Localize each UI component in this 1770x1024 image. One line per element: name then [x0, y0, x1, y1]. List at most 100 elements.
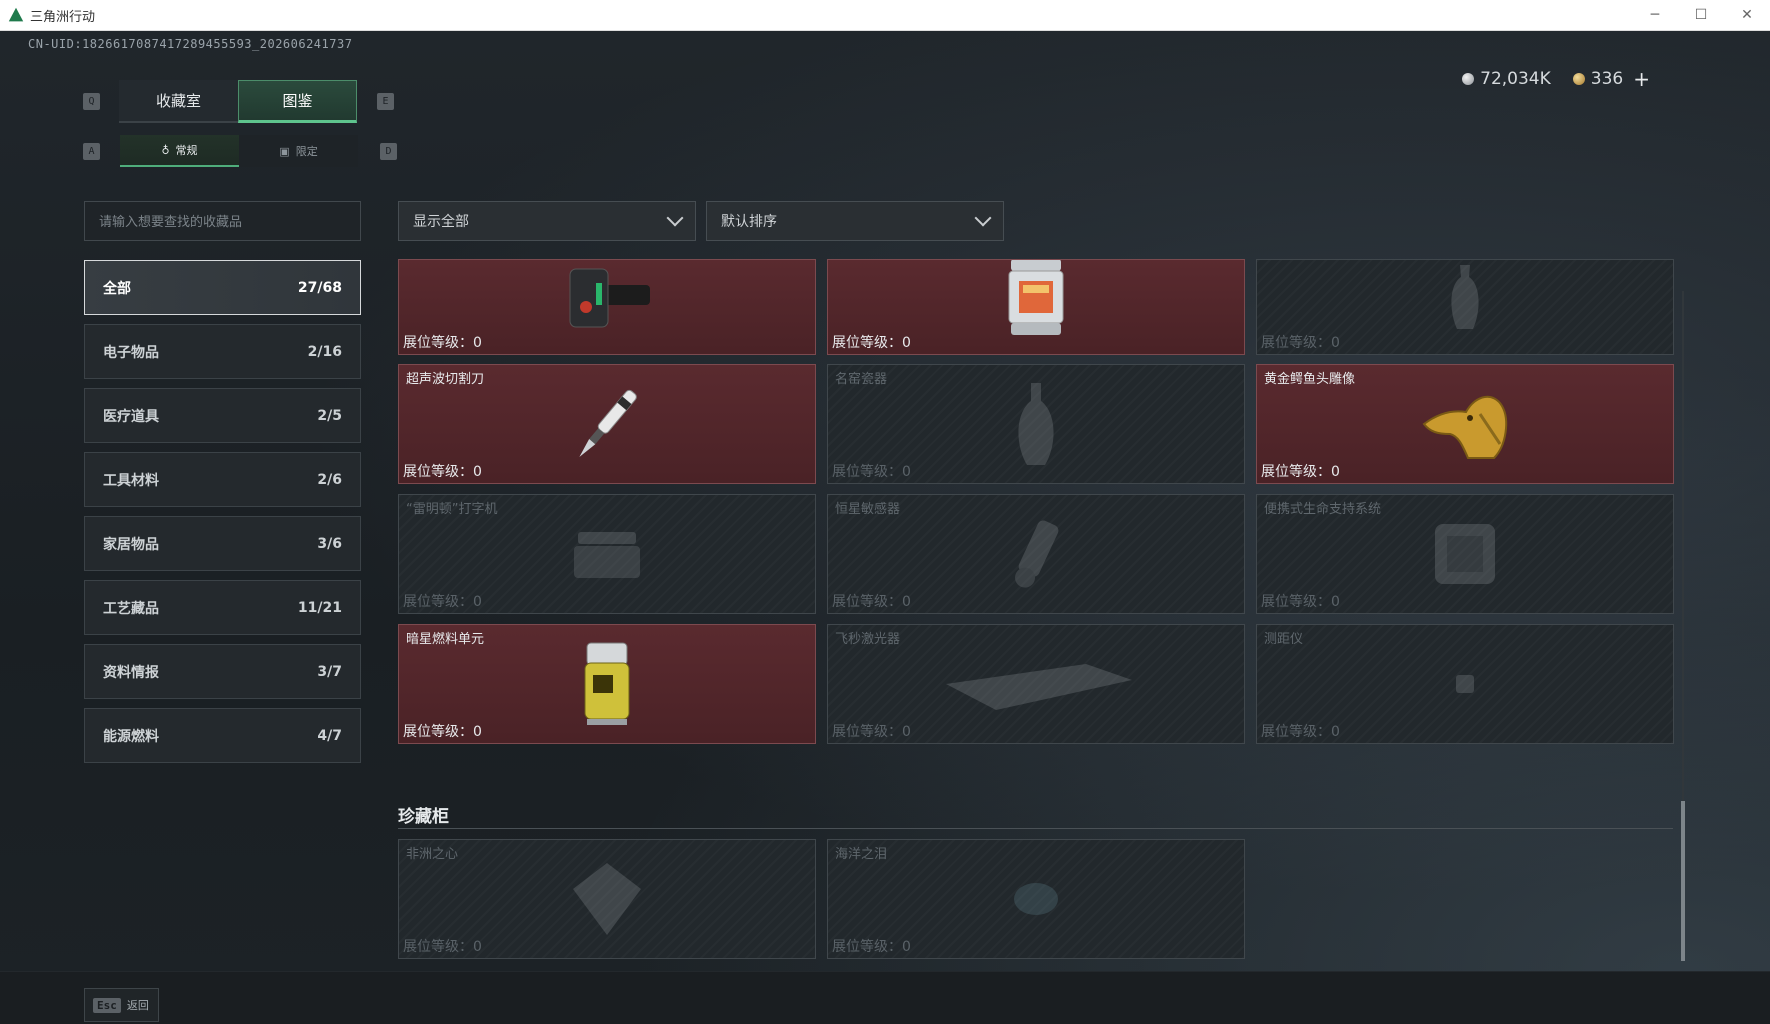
- currency-bar: 72,034K 336 +: [1462, 67, 1650, 91]
- laser-icon: [946, 664, 1132, 710]
- card-level: 展位等级：0: [832, 335, 911, 351]
- collection-card[interactable]: 非洲之心 展位等级：0: [398, 839, 816, 959]
- card-level: 展位等级：0: [832, 939, 911, 955]
- tab-next-keycap: E: [377, 93, 394, 110]
- category-tools[interactable]: 工具材料 2/6: [84, 452, 361, 507]
- window-controls: ─ ☐ ✕: [1632, 0, 1770, 31]
- category-label: 医疗道具: [103, 408, 159, 425]
- typewriter-icon: [574, 532, 640, 578]
- subtab-prev-keycap: A: [83, 143, 100, 160]
- subtab-regular-label: 常规: [175, 144, 198, 157]
- category-intel[interactable]: 资料情报 3/7: [84, 644, 361, 699]
- tab-prev-keycap: Q: [83, 93, 100, 110]
- card-level: 展位等级：0: [403, 724, 482, 740]
- footer-bar: Esc 返回: [0, 971, 1770, 1024]
- collection-card[interactable]: 名窑瓷器 展位等级：0: [827, 364, 1245, 484]
- category-count: 3/7: [317, 663, 342, 680]
- collection-card[interactable]: 展位等级：0: [1256, 259, 1674, 355]
- subtab-limited[interactable]: ▣ 限定: [239, 135, 358, 167]
- card-level: 展位等级：0: [1261, 594, 1340, 610]
- back-label: 返回: [126, 999, 149, 1012]
- collection-card[interactable]: 超声波切割刀 展位等级：0: [398, 364, 816, 484]
- collection-card[interactable]: 海洋之泪 展位等级：0: [827, 839, 1245, 959]
- filter-value: 显示全部: [413, 214, 469, 230]
- category-crafts[interactable]: 工艺藏品 11/21: [84, 580, 361, 635]
- card-level: 展位等级：0: [1261, 464, 1340, 480]
- fuel-cell-icon: [584, 642, 630, 725]
- card-name: 黄金鳄鱼头雕像: [1264, 372, 1356, 387]
- tab-codex[interactable]: 图鉴: [238, 80, 357, 123]
- tab-collection-room[interactable]: 收藏室: [119, 80, 238, 123]
- category-medical[interactable]: 医疗道具 2/5: [84, 388, 361, 443]
- collection-card[interactable]: 黄金鳄鱼头雕像 展位等级：0: [1256, 364, 1674, 484]
- card-level: 展位等级：0: [1261, 335, 1340, 351]
- wrist-device-icon: [569, 268, 650, 328]
- category-label: 电子物品: [103, 344, 159, 361]
- search-input[interactable]: [84, 201, 361, 241]
- collection-card[interactable]: 测距仪 展位等级：0: [1256, 624, 1674, 744]
- chevron-down-icon: [666, 209, 684, 227]
- collection-card[interactable]: “雷明顿”打字机 展位等级：0: [398, 494, 816, 614]
- subtab-regular[interactable]: ♁ 常规: [120, 135, 239, 167]
- player-uid: CN-UID:1826617087417289455593_2026062417…: [28, 37, 353, 51]
- category-count: 2/5: [317, 407, 342, 424]
- treasure-section-title: 珍藏柜: [398, 807, 449, 827]
- category-count: 3/6: [317, 535, 342, 552]
- category-all[interactable]: 全部 27/68: [84, 260, 361, 315]
- flask-icon: ♁: [161, 143, 170, 157]
- minimize-button[interactable]: ─: [1632, 0, 1678, 31]
- esc-keycap: Esc: [93, 997, 121, 1013]
- category-label: 工具材料: [103, 472, 159, 489]
- filter-dropdown[interactable]: 显示全部: [398, 201, 696, 241]
- sort-dropdown[interactable]: 默认排序: [706, 201, 1004, 241]
- card-name: 飞秒激光器: [835, 632, 901, 647]
- main-tabs: 收藏室 图鉴: [119, 80, 357, 123]
- rangefinder-icon: [1456, 675, 1474, 693]
- close-button[interactable]: ✕: [1724, 0, 1770, 31]
- card-name: 名窑瓷器: [835, 372, 888, 387]
- collection-card[interactable]: 暗星燃料单元 展位等级：0: [398, 624, 816, 744]
- sensor-icon: [1015, 520, 1059, 588]
- card-name: 测距仪: [1264, 632, 1304, 647]
- category-electronics[interactable]: 电子物品 2/16: [84, 324, 361, 379]
- section-divider: [398, 828, 1673, 829]
- card-name: 恒星敏感器: [835, 502, 901, 517]
- category-label: 全部: [103, 280, 131, 297]
- category-label: 工艺藏品: [103, 600, 159, 617]
- app-logo-icon: [8, 7, 24, 22]
- back-button[interactable]: Esc 返回: [84, 988, 159, 1022]
- gold-crocodile-icon: [1422, 396, 1508, 459]
- collection-card[interactable]: 恒星敏感器 展位等级：0: [827, 494, 1245, 614]
- card-level: 展位等级：0: [1261, 724, 1340, 740]
- card-level: 展位等级：0: [403, 335, 482, 351]
- window-titlebar: 三角洲行动 ─ ☐ ✕: [0, 0, 1770, 31]
- category-label: 家居物品: [103, 536, 159, 553]
- category-count: 27/68: [297, 279, 342, 296]
- chevron-down-icon: [974, 209, 992, 227]
- collection-card[interactable]: 飞秒激光器 展位等级：0: [827, 624, 1245, 744]
- category-list: 全部 27/68 电子物品 2/16 医疗道具 2/5 工具材料 2/6 家居物…: [84, 260, 361, 772]
- card-name: 便携式生命支持系统: [1264, 502, 1382, 517]
- porcelain-icon: [1018, 383, 1054, 465]
- scrollbar-thumb[interactable]: [1681, 801, 1685, 961]
- maximize-button[interactable]: ☐: [1678, 0, 1724, 31]
- add-currency-button[interactable]: +: [1633, 67, 1650, 91]
- category-count: 2/6: [317, 471, 342, 488]
- category-count: 4/7: [317, 727, 342, 744]
- category-household[interactable]: 家居物品 3/6: [84, 516, 361, 571]
- collection-card[interactable]: 展位等级：0: [398, 259, 816, 355]
- card-name: “雷明顿”打字机: [406, 502, 498, 517]
- card-level: 展位等级：0: [403, 594, 482, 610]
- cutter-knife-icon: [579, 389, 637, 457]
- silver-coin-icon: [1462, 73, 1475, 85]
- game-viewport: CN-UID:1826617087417289455593_2026062417…: [0, 31, 1770, 1024]
- card-level: 展位等级：0: [832, 464, 911, 480]
- card-level: 展位等级：0: [403, 464, 482, 480]
- diamond-icon: [573, 863, 641, 935]
- card-level: 展位等级：0: [403, 939, 482, 955]
- sub-tabs: ♁ 常规 ▣ 限定: [120, 135, 358, 167]
- collection-card[interactable]: 展位等级：0: [827, 259, 1245, 355]
- category-fuel[interactable]: 能源燃料 4/7: [84, 708, 361, 763]
- collection-card[interactable]: 便携式生命支持系统 展位等级：0: [1256, 494, 1674, 614]
- sort-value: 默认排序: [721, 214, 777, 230]
